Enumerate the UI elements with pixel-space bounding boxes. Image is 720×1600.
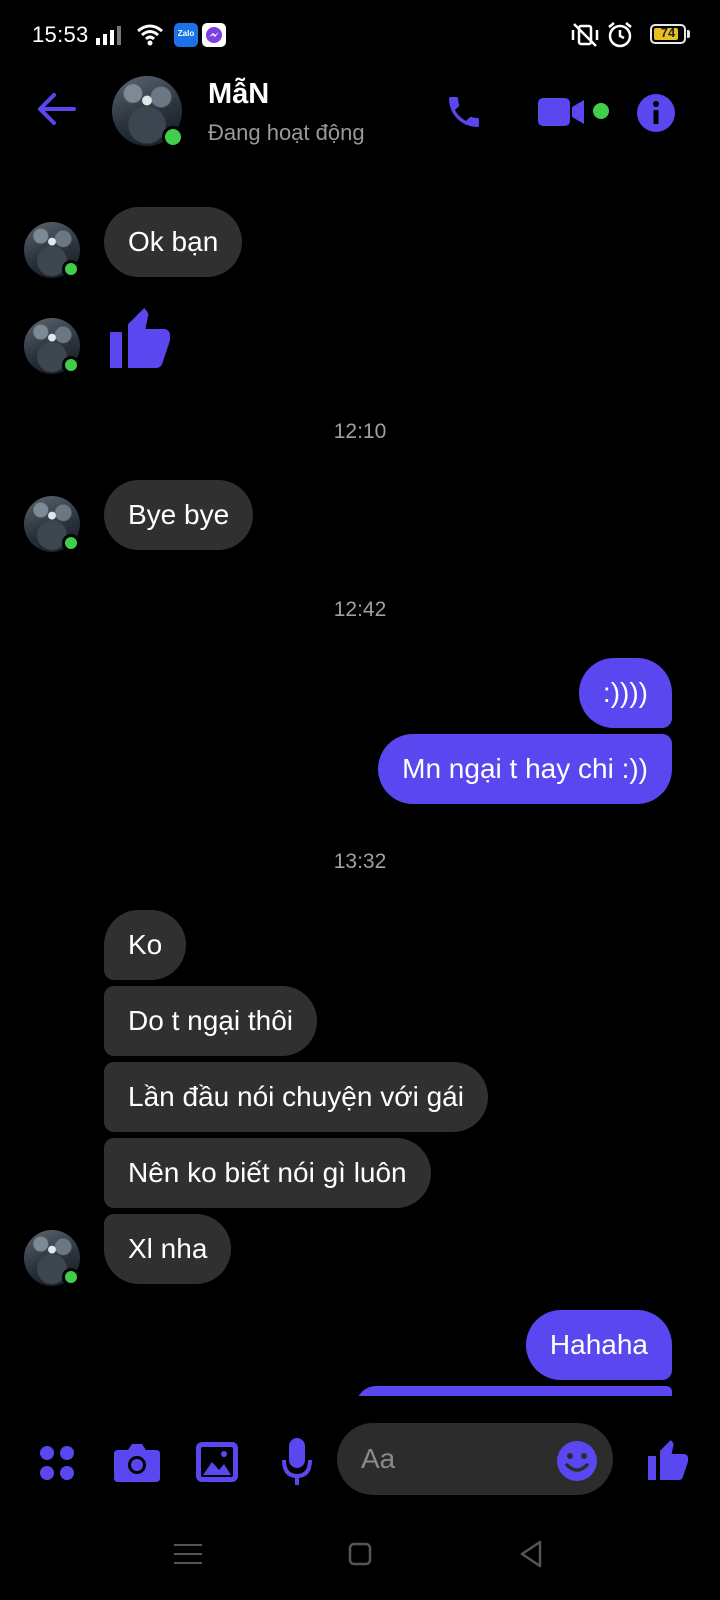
presence-dot	[62, 356, 80, 374]
like-sticker-icon[interactable]	[104, 302, 176, 374]
presence-dot	[62, 1268, 80, 1286]
timestamp: 13:32	[333, 850, 387, 873]
video-camera-icon[interactable]	[538, 96, 586, 128]
contact-name[interactable]: MẫN	[208, 78, 269, 111]
status-time: 15:53	[32, 22, 89, 47]
message-bubble-outgoing[interactable]: Hahaha	[525, 1310, 672, 1380]
battery-icon: 74	[650, 24, 686, 44]
message-bubble-incoming[interactable]: Ok bạn	[104, 207, 243, 277]
contact-status: Đang hoạt động	[208, 120, 365, 145]
back-arrow-icon[interactable]	[36, 92, 76, 126]
message-bubble-incoming[interactable]: Bye bye	[104, 480, 254, 550]
message-bubble-incoming[interactable]: Nên ko biết nói gì luôn	[104, 1138, 431, 1208]
presence-dot	[62, 260, 80, 278]
message-bubble-incoming[interactable]: Lần đầu nói chuyện với gái	[104, 1062, 488, 1132]
message-bubble-outgoing[interactable]: :))))	[578, 658, 672, 728]
zalo-label: Zalo	[177, 29, 195, 38]
home-icon[interactable]	[348, 1542, 372, 1566]
battery-tip	[687, 30, 690, 38]
mute-vibrate-icon	[571, 23, 599, 47]
status-bar: 15:53 Zalo 74	[0, 0, 720, 72]
info-icon[interactable]	[636, 93, 676, 133]
wifi-icon	[137, 24, 163, 46]
like-icon[interactable]	[644, 1436, 692, 1484]
message-bubble-incoming[interactable]: Ko	[104, 910, 187, 980]
presence-dot	[162, 126, 184, 148]
signal-icon	[96, 26, 121, 45]
alarm-icon	[608, 22, 632, 48]
video-presence-dot	[593, 103, 609, 119]
camera-icon[interactable]	[114, 1442, 160, 1482]
microphone-icon[interactable]	[282, 1438, 312, 1486]
back-icon[interactable]	[518, 1540, 544, 1568]
messenger-icon	[202, 23, 226, 47]
menu-dots-icon[interactable]	[38, 1444, 76, 1482]
message-bubble-outgoing[interactable]: Mn ngại t hay chi :))	[378, 734, 672, 804]
emoji-icon[interactable]	[556, 1440, 598, 1482]
menu-icon[interactable]	[174, 1543, 202, 1565]
presence-dot	[62, 534, 80, 552]
phone-icon[interactable]	[444, 92, 484, 132]
message-bubble-incoming[interactable]: Do t ngại thôi	[104, 986, 317, 1056]
gallery-icon[interactable]	[196, 1442, 238, 1482]
zalo-icon: Zalo	[174, 23, 198, 47]
battery-level: 74	[660, 25, 676, 40]
message-bubble-incoming[interactable]: Xl nha	[104, 1214, 232, 1284]
timestamp: 12:42	[333, 598, 387, 621]
timestamp: 12:10	[333, 420, 387, 443]
